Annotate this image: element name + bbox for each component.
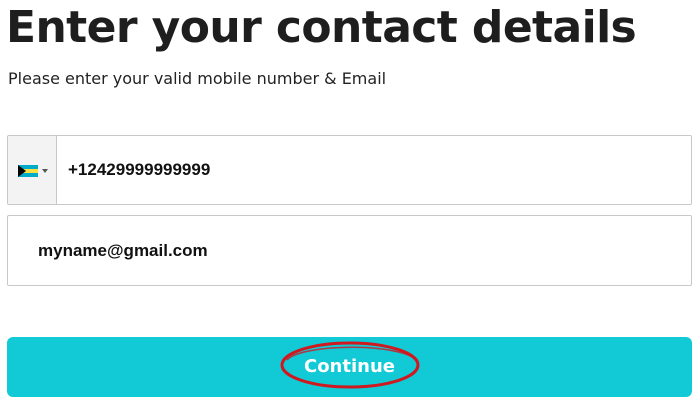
phone-number-input[interactable] — [68, 136, 668, 204]
page-title: Enter your contact details — [6, 2, 637, 53]
email-field — [7, 215, 692, 286]
chevron-down-icon — [42, 169, 48, 173]
country-code-dropdown[interactable] — [8, 136, 57, 204]
email-input[interactable] — [38, 216, 658, 285]
bahamas-flag-icon — [18, 165, 38, 177]
phone-field — [7, 135, 692, 205]
continue-button[interactable]: Continue — [7, 337, 692, 397]
continue-button-label: Continue — [303, 356, 395, 377]
page-subtitle: Please enter your valid mobile number & … — [8, 69, 387, 88]
